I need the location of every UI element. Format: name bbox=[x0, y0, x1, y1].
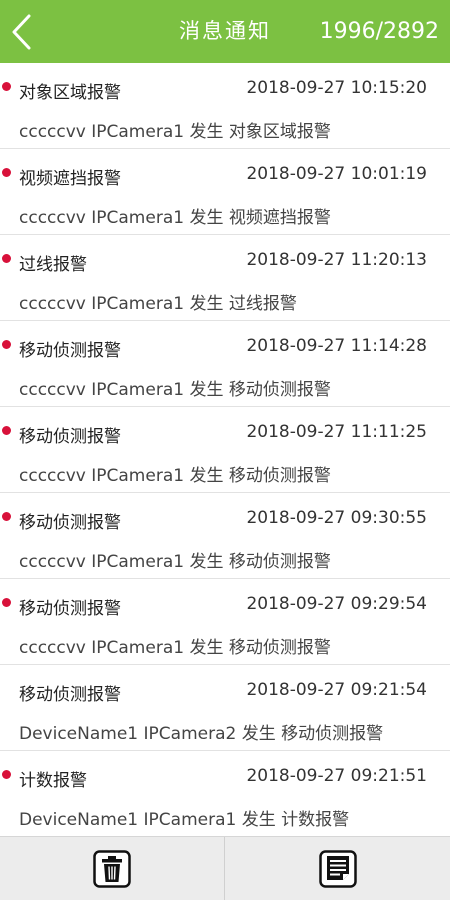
unread-dot bbox=[2, 168, 11, 177]
alarm-type: 移动侦测报警 bbox=[19, 599, 121, 619]
alarm-description: cccccvv IPCamera1 发生 移动侦测报警 bbox=[19, 552, 331, 572]
list-item[interactable]: 移动侦测报警 2018-09-27 09:21:54 DeviceName1 I… bbox=[0, 665, 450, 751]
alarm-description: cccccvv IPCamera1 发生 视频遮挡报警 bbox=[19, 208, 331, 228]
alarm-time: 2018-09-27 10:01:19 bbox=[246, 164, 427, 184]
alarm-description: cccccvv IPCamera1 发生 移动侦测报警 bbox=[19, 638, 331, 658]
alarm-type: 移动侦测报警 bbox=[19, 685, 121, 705]
unread-dot bbox=[2, 512, 11, 521]
list-item[interactable]: 视频遮挡报警 2018-09-27 10:01:19 cccccvv IPCam… bbox=[0, 149, 450, 235]
message-count: 1996/2892 bbox=[319, 19, 439, 44]
list-item[interactable]: 移动侦测报警 2018-09-27 09:29:54 cccccvv IPCam… bbox=[0, 579, 450, 665]
unread-dot bbox=[2, 770, 11, 779]
alarm-type: 过线报警 bbox=[19, 255, 87, 275]
alarm-time: 2018-09-27 09:29:54 bbox=[246, 594, 427, 614]
alarm-type: 计数报警 bbox=[19, 771, 87, 791]
delete-button[interactable] bbox=[0, 837, 225, 900]
alarm-description: DeviceName1 IPCamera2 发生 移动侦测报警 bbox=[19, 724, 384, 744]
header-bar: 消息通知 1996/2892 bbox=[0, 0, 450, 63]
unread-dot bbox=[2, 82, 11, 91]
alarm-description: cccccvv IPCamera1 发生 移动侦测报警 bbox=[19, 466, 331, 486]
alarm-type: 视频遮挡报警 bbox=[19, 169, 121, 189]
alarm-description: cccccvv IPCamera1 发生 移动侦测报警 bbox=[19, 380, 331, 400]
alarm-time: 2018-09-27 09:30:55 bbox=[246, 508, 427, 528]
alarm-time: 2018-09-27 11:11:25 bbox=[246, 422, 427, 442]
message-list[interactable]: 对象区域报警 2018-09-27 10:15:20 cccccvv IPCam… bbox=[0, 63, 450, 836]
alarm-type: 对象区域报警 bbox=[19, 83, 121, 103]
message-notification-screen: 消息通知 1996/2892 对象区域报警 2018-09-27 10:15:2… bbox=[0, 0, 450, 900]
alarm-description: cccccvv IPCamera1 发生 对象区域报警 bbox=[19, 122, 331, 142]
alarm-type: 移动侦测报警 bbox=[19, 513, 121, 533]
alarm-description: DeviceName1 IPCamera1 发生 计数报警 bbox=[19, 810, 350, 830]
list-item[interactable]: 计数报警 2018-09-27 09:21:51 DeviceName1 IPC… bbox=[0, 751, 450, 836]
list-item[interactable]: 移动侦测报警 2018-09-27 11:14:28 cccccvv IPCam… bbox=[0, 321, 450, 407]
alarm-type: 移动侦测报警 bbox=[19, 341, 121, 361]
unread-dot bbox=[2, 254, 11, 263]
alarm-time: 2018-09-27 11:20:13 bbox=[246, 250, 427, 270]
unread-dot bbox=[2, 340, 11, 349]
alarm-time: 2018-09-27 09:21:51 bbox=[246, 766, 427, 786]
unread-dot bbox=[2, 426, 11, 435]
edit-button[interactable] bbox=[225, 837, 450, 900]
alarm-time: 2018-09-27 09:21:54 bbox=[246, 680, 427, 700]
alarm-type: 移动侦测报警 bbox=[19, 427, 121, 447]
alarm-time: 2018-09-27 10:15:20 bbox=[246, 78, 427, 98]
bottom-toolbar bbox=[0, 836, 450, 900]
list-item[interactable]: 移动侦测报警 2018-09-27 11:11:25 cccccvv IPCam… bbox=[0, 407, 450, 493]
list-item[interactable]: 移动侦测报警 2018-09-27 09:30:55 cccccvv IPCam… bbox=[0, 493, 450, 579]
alarm-time: 2018-09-27 11:14:28 bbox=[246, 336, 427, 356]
list-item[interactable]: 过线报警 2018-09-27 11:20:13 cccccvv IPCamer… bbox=[0, 235, 450, 321]
alarm-description: cccccvv IPCamera1 发生 过线报警 bbox=[19, 294, 297, 314]
list-item[interactable]: 对象区域报警 2018-09-27 10:15:20 cccccvv IPCam… bbox=[0, 63, 450, 149]
unread-dot bbox=[2, 598, 11, 607]
